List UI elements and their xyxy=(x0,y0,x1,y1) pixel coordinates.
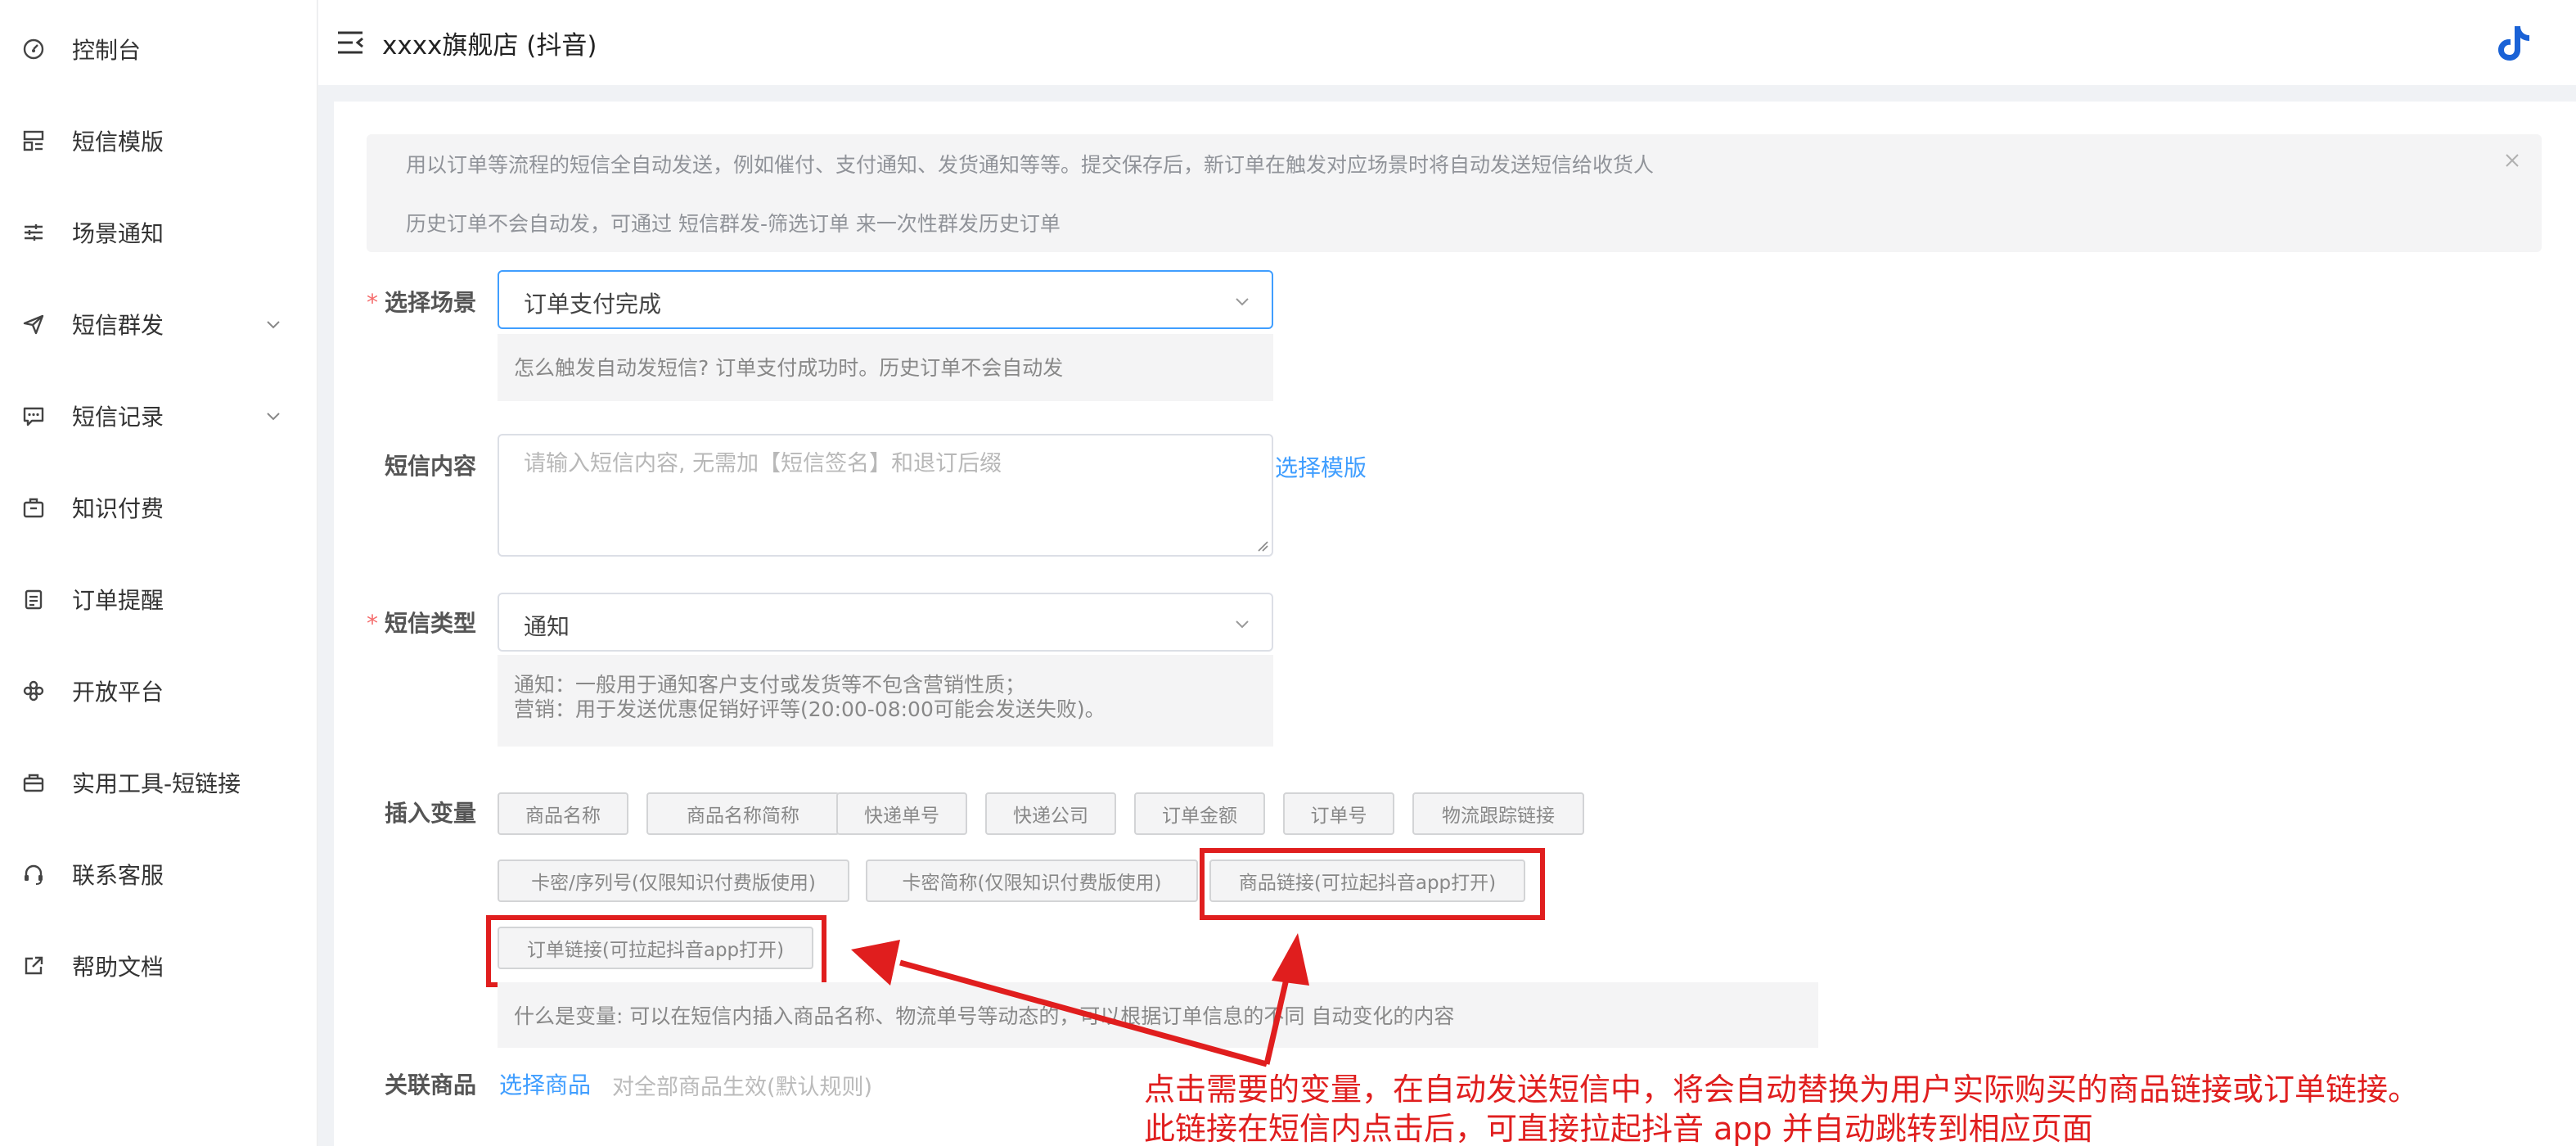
sidebar-item-help-docs[interactable]: 帮助文档 xyxy=(0,933,317,999)
product-label: 关联商品 xyxy=(385,1072,477,1099)
type-select-value: 通知 xyxy=(524,613,570,640)
var-tag-card-short[interactable]: 卡密简称(仅限知识付费版使用) xyxy=(866,860,1198,902)
var-tag-tracking-number[interactable]: 快递单号 xyxy=(836,792,967,835)
sidebar-item-label: 短信群发 xyxy=(72,312,164,339)
sidebar-item-scene-notify[interactable]: 场景通知 xyxy=(0,200,317,265)
var-tag-card-serial[interactable]: 卡密/序列号(仅限知识付费版使用) xyxy=(498,860,849,902)
required-mark: * xyxy=(367,610,378,637)
sidebar-item-sms-records[interactable]: 短信记录 xyxy=(0,383,317,449)
type-tip: 通知：一般用于通知客户支付或发货等不包含营销性质； 营销：用于发送优惠促销好评等… xyxy=(498,655,1273,747)
select-template-link[interactable]: 选择模版 xyxy=(1275,450,1367,483)
sidebar-item-customer-service[interactable]: 联系客服 xyxy=(0,841,317,907)
scene-label: * 选择场景 xyxy=(367,289,477,316)
var-tag-product-short-name[interactable]: 商品名称简称 xyxy=(646,792,840,835)
select-product-link[interactable]: 选择商品 xyxy=(499,1067,591,1100)
sidebar-item-label: 帮助文档 xyxy=(72,954,164,981)
var-tag-order-number[interactable]: 订单号 xyxy=(1283,792,1394,835)
var-tag-courier[interactable]: 快递公司 xyxy=(985,792,1116,835)
chevron-down-icon xyxy=(1232,291,1252,311)
annotation-line: 此链接在短信内点击后，可直接拉起抖音 app 并自动跳转到相应页面 xyxy=(1144,1111,2093,1146)
sidebar-item-sms-template[interactable]: 短信模版 xyxy=(0,108,317,174)
sidebar-item-sms-broadcast[interactable]: 短信群发 xyxy=(0,291,317,357)
sliders-icon xyxy=(21,220,46,245)
variables-label: 插入变量 xyxy=(385,800,477,827)
type-select[interactable]: 通知 xyxy=(498,593,1273,652)
top-header: xxxx旗舰店 (抖音) xyxy=(318,0,2576,85)
sms-content-input[interactable] xyxy=(498,434,1273,557)
sidebar-item-label: 控制台 xyxy=(72,37,142,64)
template-icon xyxy=(21,129,46,153)
sidebar: 控制台 短信模版 场景通知 短信群发 短信记录 知识付费 订单提醒 开放平台 实… xyxy=(0,0,317,1146)
alert-line: 历史订单不会自动发，可通过 短信群发-筛选订单 来一次性群发历史订单 xyxy=(406,212,1061,236)
sidebar-item-open-platform[interactable]: 开放平台 xyxy=(0,658,317,724)
required-mark: * xyxy=(367,289,378,316)
scene-select[interactable]: 订单支付完成 xyxy=(498,270,1273,329)
message-icon xyxy=(21,404,46,428)
annotation-line: 点击需要的变量，在自动发送短信中，将会自动替换为用户实际购买的商品链接或订单链接… xyxy=(1144,1072,2420,1108)
sidebar-item-label: 订单提醒 xyxy=(72,587,164,614)
menu-collapse-icon[interactable] xyxy=(336,29,364,56)
clipboard-icon xyxy=(21,587,46,611)
var-tag-product-name[interactable]: 商品名称 xyxy=(498,792,628,835)
info-alert: 用以订单等流程的短信全自动发送，例如催付、支付通知、发货通知等等。提交保存后，新… xyxy=(367,134,2542,252)
puzzle-icon xyxy=(21,679,46,703)
dashboard-icon xyxy=(21,37,46,61)
toolbox-icon xyxy=(21,770,46,795)
page-title: xxxx旗舰店 (抖音) xyxy=(382,31,597,61)
external-link-icon xyxy=(21,954,46,978)
chevron-down-icon xyxy=(263,314,283,334)
scene-tip: 怎么触发自动发短信? 订单支付成功时。历史订单不会自动发 xyxy=(498,334,1273,401)
tiktok-icon xyxy=(2493,23,2533,64)
sidebar-item-knowledge-pay[interactable]: 知识付费 xyxy=(0,475,317,540)
var-tag-tracking-link[interactable]: 物流跟踪链接 xyxy=(1412,792,1584,835)
sidebar-item-label: 实用工具-短链接 xyxy=(72,770,241,797)
send-icon xyxy=(21,312,46,336)
sidebar-item-short-link-tool[interactable]: 实用工具-短链接 xyxy=(0,750,317,815)
variables-tip: 什么是变量: 可以在短信内插入商品名称、物流单号等动态的，可以根据订单信息的不同… xyxy=(498,982,1818,1048)
close-icon[interactable] xyxy=(2502,151,2522,170)
headset-icon xyxy=(21,862,46,887)
sidebar-item-label: 开放平台 xyxy=(72,679,164,706)
alert-line: 用以订单等流程的短信全自动发送，例如催付、支付通知、发货通知等等。提交保存后，新… xyxy=(406,153,1655,177)
sidebar-item-label: 短信模版 xyxy=(72,129,164,156)
briefcase-icon xyxy=(21,495,46,520)
sidebar-item-label: 短信记录 xyxy=(72,404,164,431)
content-label: 短信内容 xyxy=(385,453,477,480)
sidebar-item-order-reminder[interactable]: 订单提醒 xyxy=(0,566,317,632)
resize-handle-icon[interactable] xyxy=(1255,539,1268,552)
scene-select-value: 订单支付完成 xyxy=(524,291,662,318)
sidebar-item-console[interactable]: 控制台 xyxy=(0,16,317,82)
sidebar-item-label: 知识付费 xyxy=(72,495,164,522)
highlight-box xyxy=(486,915,826,987)
sidebar-item-label: 场景通知 xyxy=(72,220,164,247)
highlight-box xyxy=(1200,848,1545,920)
var-tag-order-amount[interactable]: 订单金额 xyxy=(1134,792,1265,835)
type-label: * 短信类型 xyxy=(367,610,477,637)
chevron-down-icon xyxy=(1232,614,1252,634)
product-default-text: 对全部商品生效(默认规则) xyxy=(612,1075,873,1100)
chevron-down-icon xyxy=(263,406,283,426)
sidebar-item-label: 联系客服 xyxy=(72,862,164,889)
